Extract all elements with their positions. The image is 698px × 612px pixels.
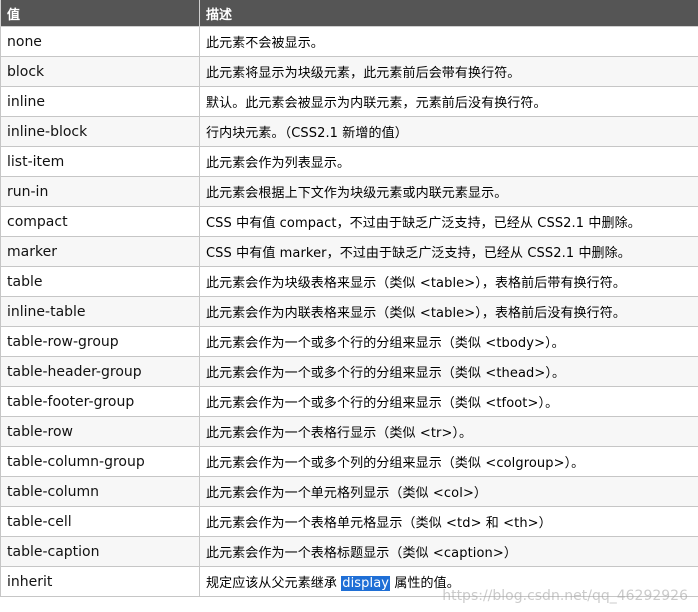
cell-value: run-in [0,176,200,207]
table-row: inline-table 此元素会作为内联表格来显示（类似 <table>），表… [0,296,698,327]
cell-description: 此元素会作为一个单元格列显示（类似 <col>） [199,476,698,507]
cell-description: 此元素会作为列表显示。 [199,146,698,177]
table-row: inline 默认。此元素会被显示为内联元素，元素前后没有换行符。 [0,86,698,117]
header-description: 描述 [199,0,698,27]
cell-description: 此元素将显示为块级元素，此元素前后会带有换行符。 [199,56,698,87]
table-row: inline-block 行内块元素。（CSS2.1 新增的值） [0,116,698,147]
cell-description: 此元素不会被显示。 [199,26,698,57]
cell-description: 此元素会根据上下文作为块级元素或内联元素显示。 [199,176,698,207]
cell-description: 此元素会作为一个或多个行的分组来显示（类似 <tfoot>）。 [199,386,698,417]
cell-description: 此元素会作为一个或多个列的分组来显示（类似 <colgroup>）。 [199,446,698,477]
cell-description: 此元素会作为一个或多个行的分组来显示（类似 <tbody>）。 [199,326,698,357]
table-header: 值 描述 [0,0,698,27]
table-row: table-row-group 此元素会作为一个或多个行的分组来显示（类似 <t… [0,326,698,357]
cell-value: inline-table [0,296,200,327]
cell-description: 此元素会作为一个表格单元格显示（类似 <td> 和 <th>） [199,506,698,537]
cell-description: 此元素会作为一个表格行显示（类似 <tr>）。 [199,416,698,447]
table-row: compact CSS 中有值 compact，不过由于缺乏广泛支持，已经从 C… [0,206,698,237]
cell-value: table-column [0,476,200,507]
description-text-before: 规定应该从父元素继承 [206,576,342,591]
table-row: marker CSS 中有值 marker，不过由于缺乏广泛支持，已经从 CSS… [0,236,698,267]
header-row: 值 描述 [0,0,698,27]
table-row: block 此元素将显示为块级元素，此元素前后会带有换行符。 [0,56,698,87]
cell-value: table [0,266,200,297]
cell-value: inherit [0,566,200,597]
display-values-table: 值 描述 none 此元素不会被显示。 block 此元素将显示为块级元素，此元… [0,0,698,597]
table-row: table-column 此元素会作为一个单元格列显示（类似 <col>） [0,476,698,507]
cell-value: block [0,56,200,87]
table-row: table-column-group 此元素会作为一个或多个列的分组来显示（类似… [0,446,698,477]
table-row: table-cell 此元素会作为一个表格单元格显示（类似 <td> 和 <th… [0,506,698,537]
cell-value: table-cell [0,506,200,537]
cell-value: inline [0,86,200,117]
cell-value: compact [0,206,200,237]
cell-value: table-column-group [0,446,200,477]
table-row: list-item 此元素会作为列表显示。 [0,146,698,177]
cell-value: table-caption [0,536,200,567]
table-row: table-row 此元素会作为一个表格行显示（类似 <tr>）。 [0,416,698,447]
cell-value: table-header-group [0,356,200,387]
table-row: run-in 此元素会根据上下文作为块级元素或内联元素显示。 [0,176,698,207]
description-text-after: 属性的值。 [390,576,460,591]
header-value: 值 [0,0,200,27]
cell-description: 默认。此元素会被显示为内联元素，元素前后没有换行符。 [199,86,698,117]
cell-description: CSS 中有值 marker，不过由于缺乏广泛支持，已经从 CSS2.1 中删除… [199,236,698,267]
cell-description: 此元素会作为内联表格来显示（类似 <table>），表格前后没有换行符。 [199,296,698,327]
table-row: table-caption 此元素会作为一个表格标题显示（类似 <caption… [0,536,698,567]
cell-value: inline-block [0,116,200,147]
table-row-inherit: inherit 规定应该从父元素继承 display 属性的值。 [0,566,698,597]
cell-value: table-row-group [0,326,200,357]
cell-description: 此元素会作为一个或多个行的分组来显示（类似 <thead>）。 [199,356,698,387]
selected-text-highlight[interactable]: display [341,576,391,591]
cell-value: list-item [0,146,200,177]
cell-value: table-row [0,416,200,447]
cell-description: CSS 中有值 compact，不过由于缺乏广泛支持，已经从 CSS2.1 中删… [199,206,698,237]
cell-value: table-footer-group [0,386,200,417]
table-row: table-header-group 此元素会作为一个或多个行的分组来显示（类似… [0,356,698,387]
cell-description: 行内块元素。（CSS2.1 新增的值） [199,116,698,147]
cell-value: marker [0,236,200,267]
cell-description: 此元素会作为一个表格标题显示（类似 <caption>） [199,536,698,567]
table-body: none 此元素不会被显示。 block 此元素将显示为块级元素，此元素前后会带… [0,26,698,597]
table-row: none 此元素不会被显示。 [0,26,698,57]
cell-description: 此元素会作为块级表格来显示（类似 <table>），表格前后带有换行符。 [199,266,698,297]
table-row: table-footer-group 此元素会作为一个或多个行的分组来显示（类似… [0,386,698,417]
table-row: table 此元素会作为块级表格来显示（类似 <table>），表格前后带有换行… [0,266,698,297]
cell-description: 规定应该从父元素继承 display 属性的值。 [199,566,698,597]
cell-value: none [0,26,200,57]
